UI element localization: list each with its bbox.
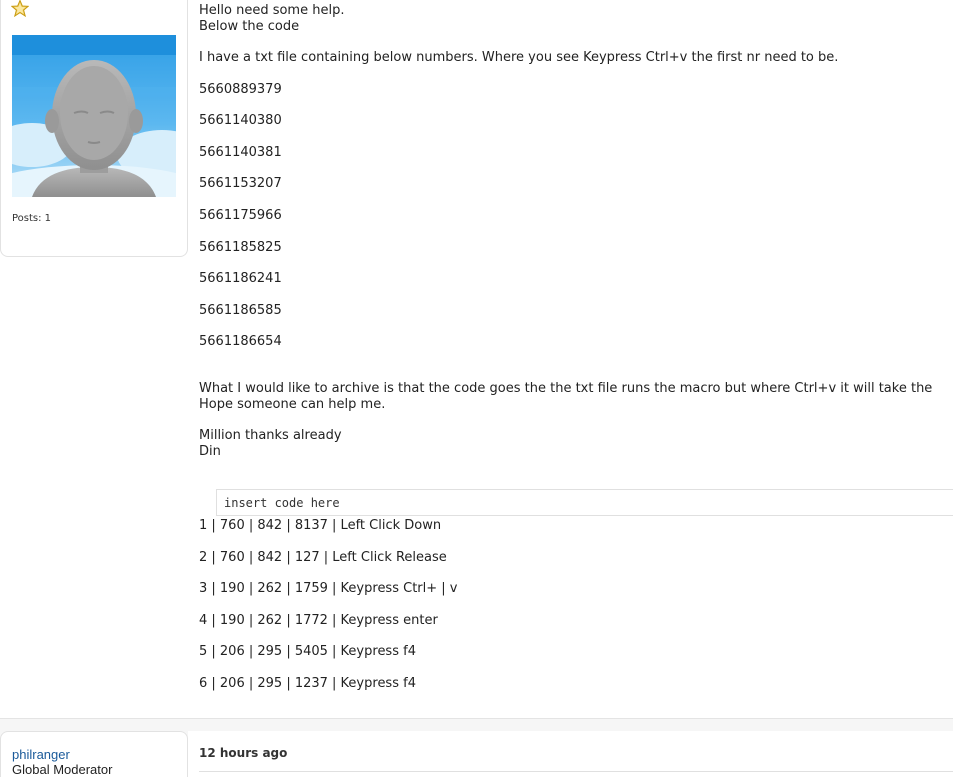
post-count: Posts: 1 xyxy=(12,213,52,224)
macro-row: 2 | 760 | 842 | 127 | Left Click Release xyxy=(199,549,447,565)
macro-row: 3 | 190 | 262 | 1759 | Keypress Ctrl+ | … xyxy=(199,581,458,597)
number-item: 5661186654 xyxy=(199,334,282,350)
number-item: 5661185825 xyxy=(199,239,282,255)
description-line: I have a txt file containing below numbe… xyxy=(199,50,839,65)
closing-line: Million thanks already xyxy=(199,428,342,444)
macro-row: 4 | 190 | 262 | 1772 | Keypress enter xyxy=(199,612,438,628)
macro-row: 6 | 206 | 295 | 1237 | Keypress f4 xyxy=(199,675,416,691)
number-item: 5661140380 xyxy=(199,113,282,129)
goal-line: Hope someone can help me. xyxy=(199,397,386,413)
goal-line: What I would like to archive is that the… xyxy=(199,381,933,397)
reply-author-link[interactable]: philranger xyxy=(12,747,70,762)
star-icon xyxy=(10,0,30,18)
intro-line: Below the code xyxy=(199,19,300,34)
code-block[interactable]: insert code here xyxy=(216,489,953,516)
forum-thread-page: Posts: 1 Hello need some help. Below the… xyxy=(0,0,953,777)
number-item: 5660889379 xyxy=(199,81,282,97)
intro-line: Hello need some help. xyxy=(199,3,345,18)
reply-timestamp: 12 hours ago xyxy=(199,746,288,760)
reply-header-divider xyxy=(199,771,953,772)
code-text: insert code here xyxy=(224,496,340,510)
macro-row: 1 | 760 | 842 | 8137 | Left Click Down xyxy=(199,518,442,533)
default-avatar-icon[interactable] xyxy=(12,35,176,197)
macro-row: 5 | 206 | 295 | 5405 | Keypress f4 xyxy=(199,644,416,660)
signature-line: Din xyxy=(199,444,221,460)
macro-list: 1 | 760 | 842 | 8137 | Left Click Down 2… xyxy=(199,518,457,708)
reply-author-role: Global Moderator xyxy=(12,762,113,777)
post-message: Hello need some help. Below the code I h… xyxy=(199,3,953,460)
number-item: 5661175966 xyxy=(199,207,282,223)
number-item: 5661153207 xyxy=(199,176,282,192)
number-item: 5661140381 xyxy=(199,144,282,160)
number-item: 5661186585 xyxy=(199,302,282,318)
number-item: 5661186241 xyxy=(199,271,282,287)
